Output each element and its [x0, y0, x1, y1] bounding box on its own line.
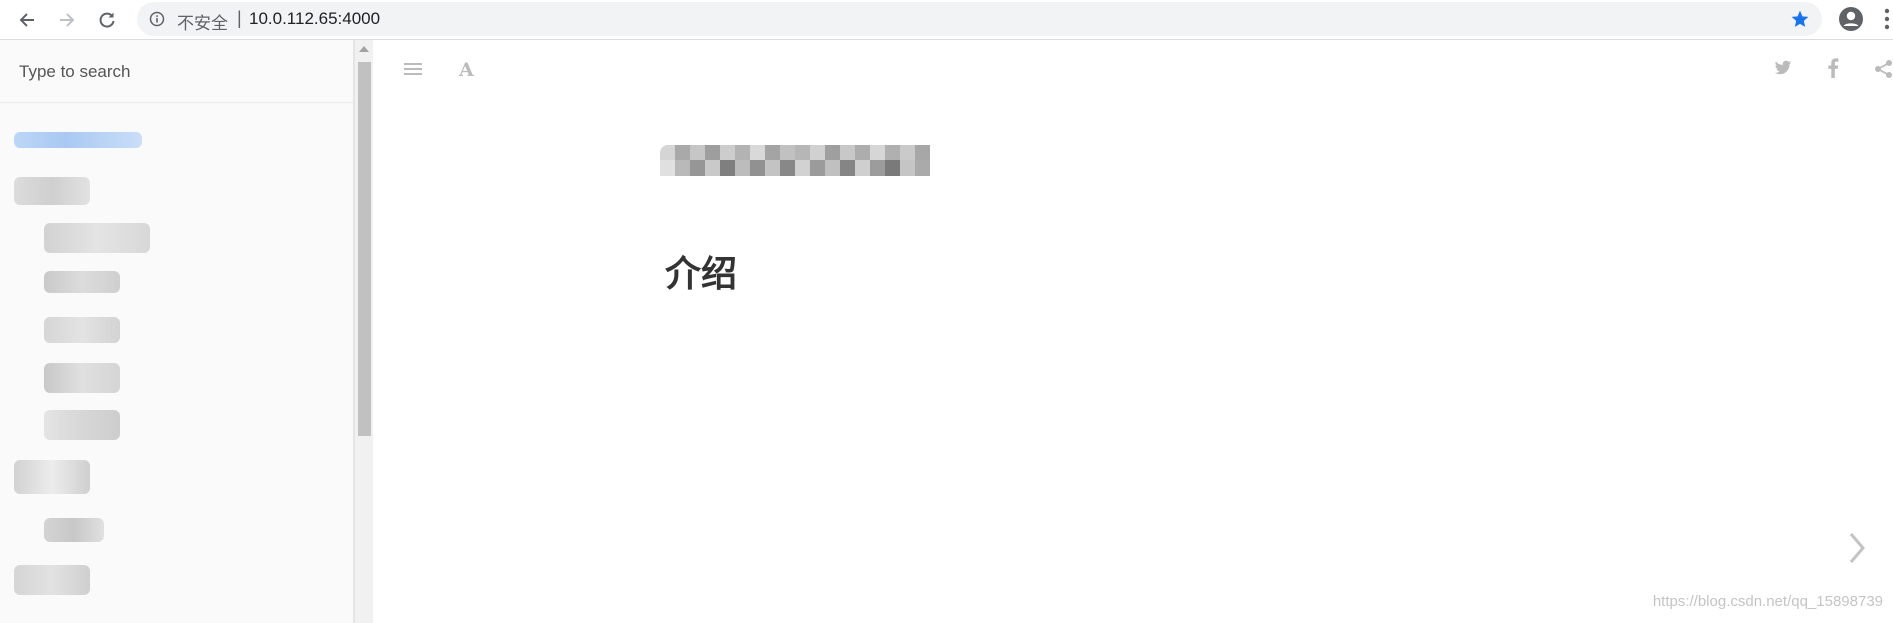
profile-icon[interactable]: [1838, 6, 1864, 37]
sidebar-item-redacted[interactable]: [14, 132, 142, 148]
sidebar-item-redacted[interactable]: [44, 223, 150, 253]
url-text[interactable]: 10.0.112.65:4000: [249, 9, 380, 29]
address-bar[interactable]: 不安全 | 10.0.112.65:4000: [137, 2, 1822, 36]
sidebar-item-redacted[interactable]: [44, 410, 120, 440]
next-page-arrow-icon[interactable]: [1847, 530, 1867, 571]
search-box[interactable]: [0, 40, 353, 103]
reload-icon[interactable]: [95, 8, 119, 32]
back-arrow-icon[interactable]: [15, 8, 39, 32]
scroll-thumb[interactable]: [358, 62, 371, 436]
sidebar-item-redacted[interactable]: [44, 363, 120, 393]
url-separator: |: [237, 8, 242, 28]
page-heading: 介绍: [665, 254, 738, 295]
main-content: A 介绍 https://blog.csdn.net/qq_15898739: [374, 40, 1893, 623]
forward-arrow-icon[interactable]: [55, 8, 79, 32]
sidebar-item-redacted[interactable]: [44, 518, 104, 542]
security-status[interactable]: 不安全: [177, 9, 228, 34]
twitter-icon[interactable]: [1774, 60, 1792, 81]
info-icon[interactable]: [149, 11, 165, 32]
sidebar-item-redacted[interactable]: [44, 271, 120, 293]
svg-text:A: A: [458, 59, 474, 80]
sidebar-item-redacted[interactable]: [44, 317, 120, 343]
toc-menu-icon[interactable]: [402, 60, 424, 83]
sidebar-item-redacted[interactable]: [14, 177, 90, 205]
browser-toolbar: 不安全 | 10.0.112.65:4000: [0, 0, 1893, 40]
font-settings-icon[interactable]: A: [457, 58, 477, 85]
search-input[interactable]: [17, 58, 331, 86]
share-icon[interactable]: [1874, 59, 1893, 84]
redacted-title-block: [660, 145, 930, 176]
book-sidebar: [0, 40, 354, 623]
scroll-up-arrow-icon[interactable]: [359, 46, 369, 52]
star-icon[interactable]: [1790, 9, 1810, 34]
watermark-text: https://blog.csdn.net/qq_15898739: [1652, 593, 1883, 610]
sidebar-scrollbar[interactable]: [354, 40, 373, 623]
sidebar-item-redacted[interactable]: [14, 460, 90, 494]
kebab-menu-icon[interactable]: [1884, 8, 1890, 35]
facebook-icon[interactable]: [1827, 58, 1839, 83]
sidebar-item-redacted[interactable]: [14, 565, 90, 595]
